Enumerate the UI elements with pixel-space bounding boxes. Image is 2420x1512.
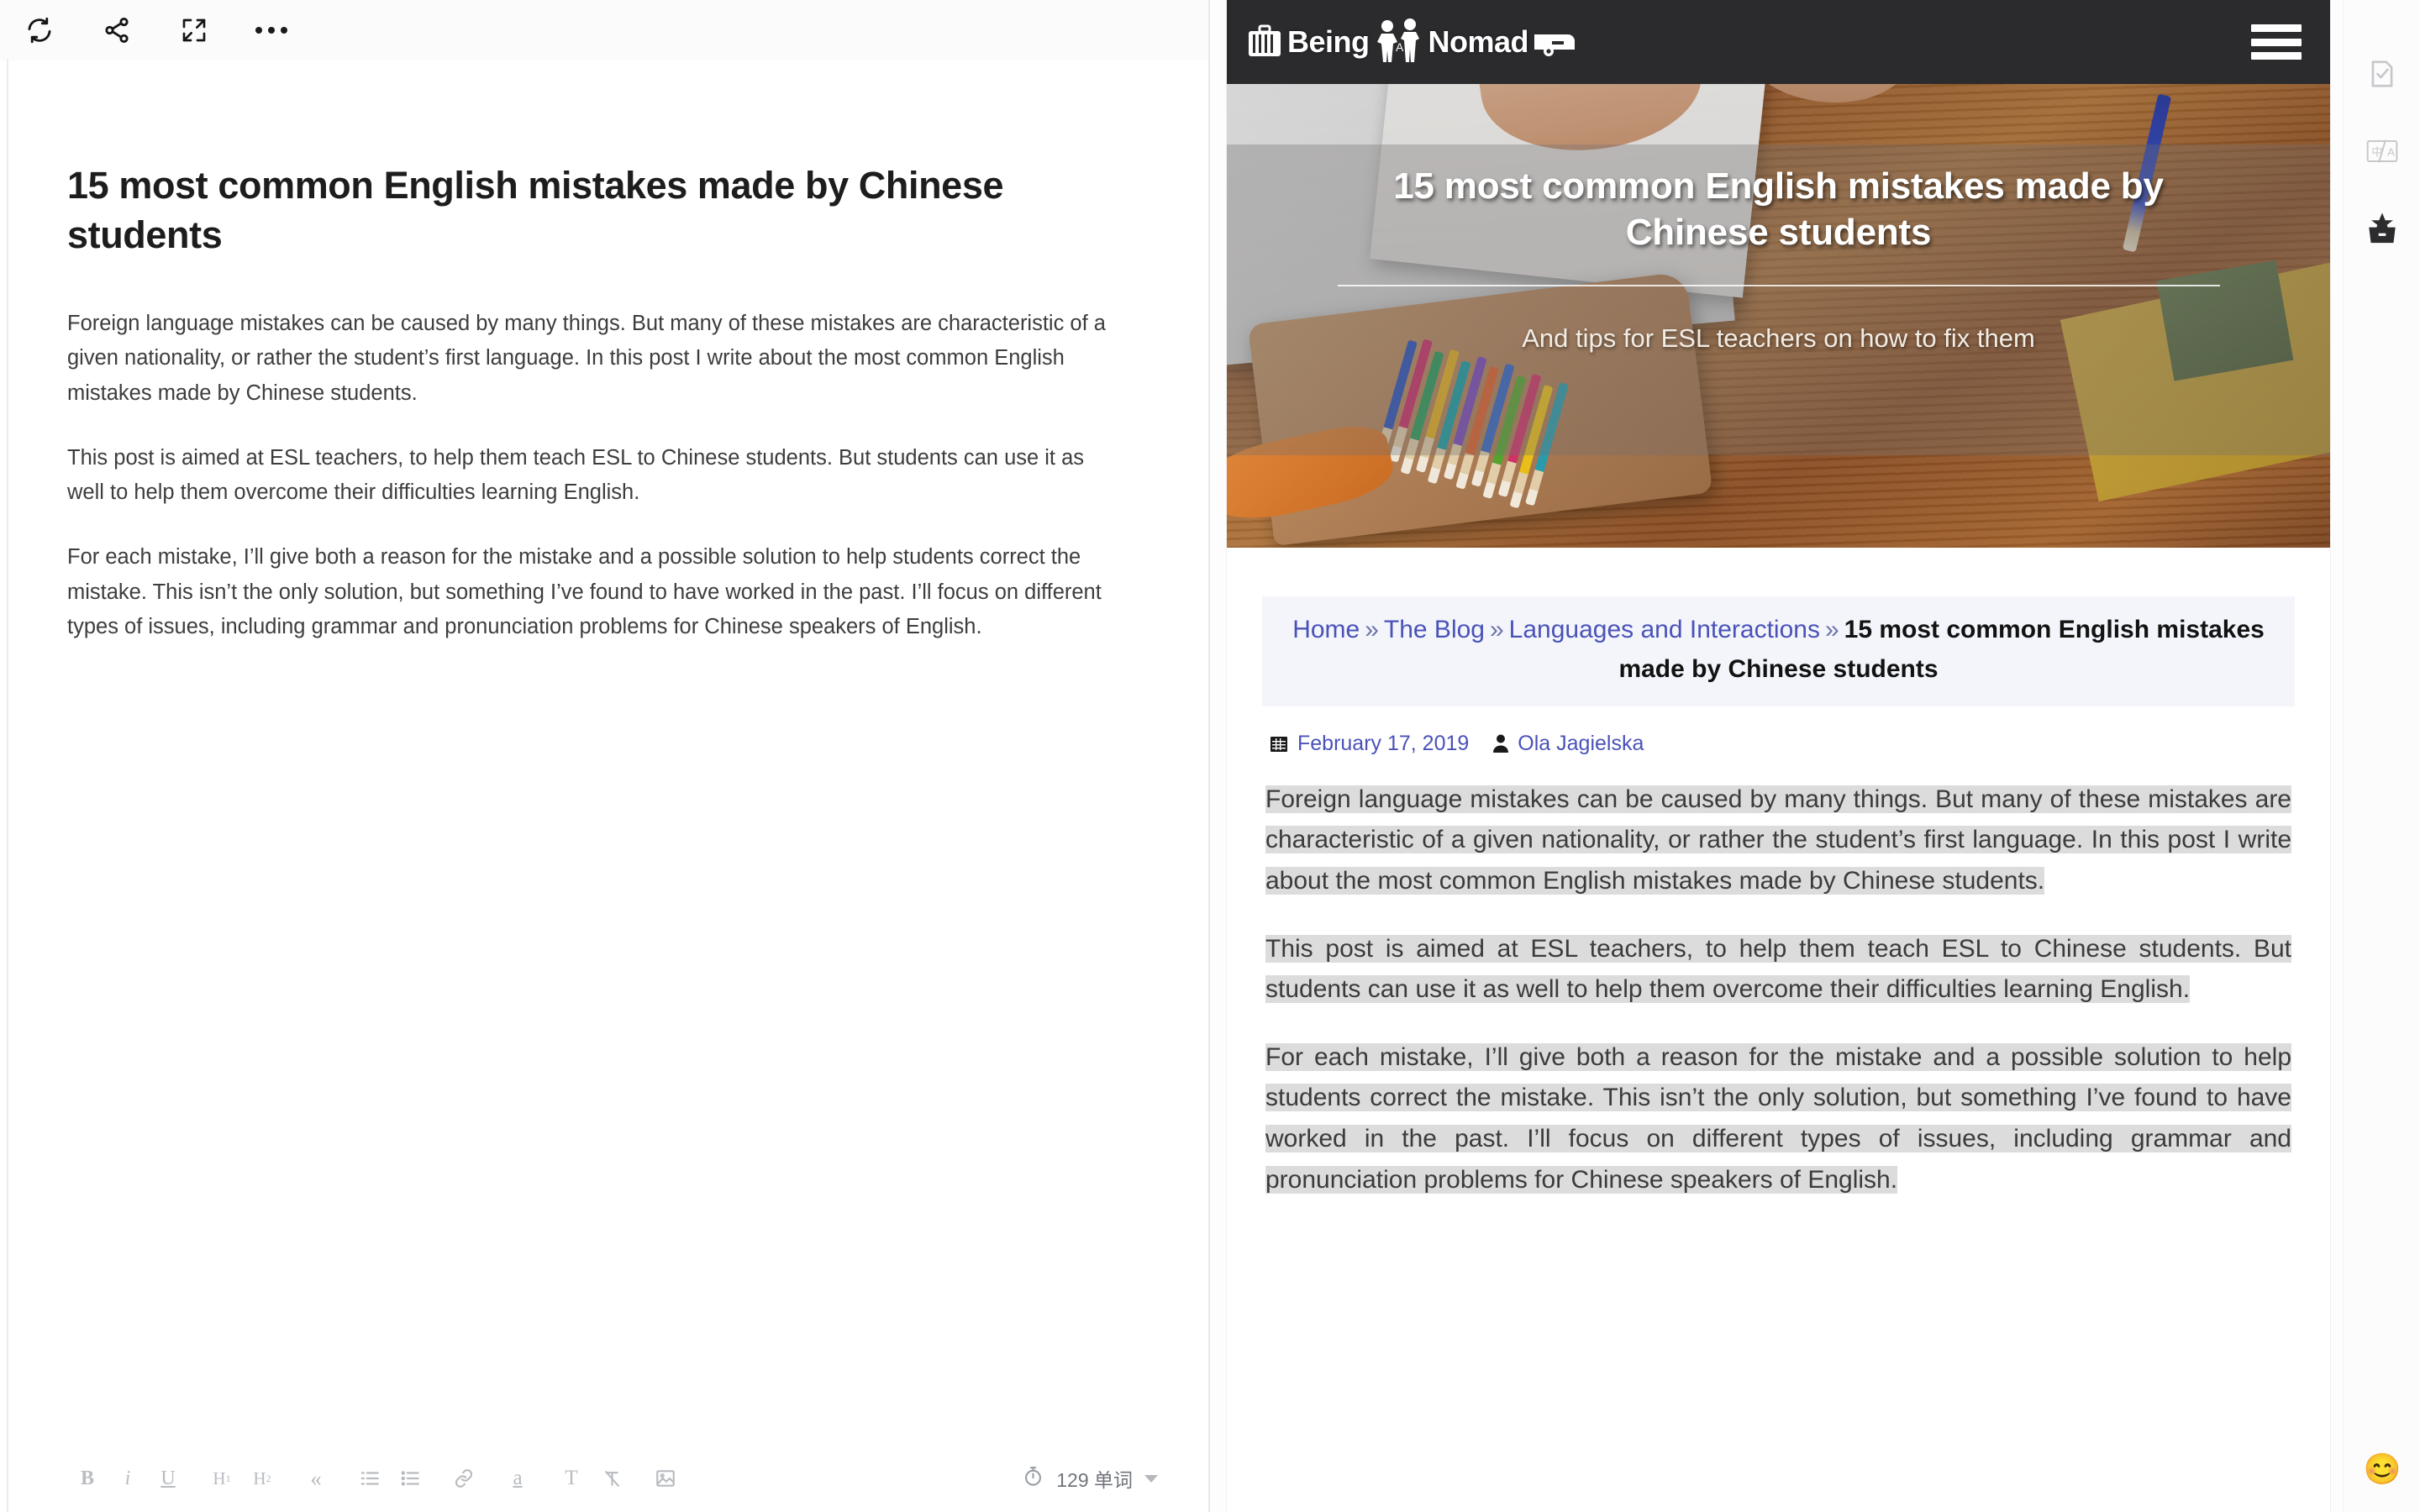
post-body: Home» The Blog» Languages and Interactions… (1227, 548, 2330, 1201)
calendar-icon (1269, 733, 1289, 753)
two-people-icon: A (1373, 18, 1425, 66)
timer-icon (1022, 1465, 1044, 1493)
post-date[interactable]: February 17, 2019 (1269, 732, 1469, 756)
clear-format-icon[interactable] (592, 1458, 632, 1499)
breadcrumb-link-languages-and-interactions[interactable]: Languages and Interactions (1509, 616, 1820, 643)
document-paragraph: For each mistake, I’ll give both a reaso… (67, 545, 1102, 639)
highlight-button[interactable]: a (497, 1458, 538, 1499)
heading2-button[interactable]: H2 (242, 1458, 282, 1499)
editor-pane: 15 most common English mistakes made by … (0, 0, 1210, 1512)
unordered-list-icon[interactable] (390, 1458, 430, 1499)
blockquote-button[interactable]: « (296, 1458, 336, 1499)
heading2-sub: 2 (266, 1472, 271, 1484)
bold-button[interactable]: B (67, 1458, 108, 1499)
site-logo[interactable]: Being A Nomad (1245, 18, 1579, 66)
right-toolbar-rail: 中 A 😊 (2343, 0, 2420, 1512)
post-paragraph: This post is aimed at ESL teachers, to h… (1262, 929, 2295, 1011)
post-author[interactable]: Ola Jagielska (1492, 732, 1644, 756)
italic-button[interactable]: i (108, 1458, 148, 1499)
toolbox-star-icon[interactable] (2344, 190, 2420, 267)
image-icon[interactable] (645, 1458, 686, 1499)
breadcrumb: Home» The Blog» Languages and Interactions… (1262, 596, 2295, 706)
post-author-label: Ola Jagielska (1518, 731, 1644, 755)
hero-banner: 15 most common English mistakes made by … (1227, 84, 2330, 548)
suitcase-icon (1245, 24, 1284, 60)
sync-icon[interactable] (18, 9, 60, 51)
selected-text: Foreign language mistakes can be caused … (1265, 785, 2291, 895)
user-icon (1492, 733, 1509, 753)
post-meta: February 17, 2019 Ola Jagielska (1269, 732, 2295, 756)
app-root: 15 most common English mistakes made by … (0, 0, 2420, 1512)
word-count-control[interactable]: 129 单词 (1022, 1464, 1158, 1493)
editor-top-toolbar (0, 0, 1208, 60)
menu-toggle-icon[interactable] (2251, 23, 2302, 61)
format-buttons: B i U H1 H2 « a T (67, 1458, 686, 1499)
share-icon[interactable] (96, 9, 138, 51)
website-frame: Being A Nomad 15 most common English mis… (1227, 0, 2330, 1512)
chevron-down-icon[interactable] (1144, 1474, 1158, 1483)
hero-text-overlay: 15 most common English mistakes made by … (1227, 144, 2330, 455)
selected-text: This post is aimed at ESL teachers, to h… (1265, 934, 2291, 1004)
breadcrumb-separator: » (1824, 616, 1839, 643)
svg-text:A: A (2387, 145, 2395, 158)
editor-format-toolbar: B i U H1 H2 « a T 129 单词 (0, 1445, 1208, 1512)
heading1-sub: 1 (225, 1472, 231, 1484)
breadcrumb-separator: » (1489, 616, 1504, 643)
post-paragraph: For each mistake, I’ll give both a reaso… (1262, 1037, 2295, 1200)
ordered-list-icon[interactable] (350, 1458, 390, 1499)
post-paragraph: Foreign language mistakes can be caused … (1262, 780, 2295, 902)
logo-text-nomad: Nomad (1428, 24, 1529, 59)
hero-subtitle: And tips for ESL teachers on how to fix … (1522, 323, 2035, 353)
site-header: Being A Nomad (1227, 0, 2330, 84)
translate-icon[interactable]: 中 A (2344, 113, 2420, 190)
post-date-label: February 17, 2019 (1297, 731, 1470, 755)
web-preview-pane: Being A Nomad 15 most common English mis… (1210, 0, 2343, 1512)
breadcrumb-link-the-blog[interactable]: The Blog (1384, 616, 1485, 643)
editor-left-divider (7, 59, 8, 1512)
document-paragraph: Foreign language mistakes can be caused … (67, 312, 1106, 405)
hero-divider (1337, 284, 2220, 286)
text-style-button[interactable]: T (551, 1458, 592, 1499)
heading1-button[interactable]: H1 (202, 1458, 242, 1499)
rail-top-group: 中 A (2344, 0, 2420, 267)
fullscreen-icon[interactable] (173, 9, 215, 51)
link-icon[interactable] (444, 1458, 484, 1499)
more-options-icon[interactable] (250, 9, 292, 51)
underline-button[interactable]: U (148, 1458, 188, 1499)
editor-content-area[interactable]: 15 most common English mistakes made by … (0, 60, 1208, 1445)
breadcrumb-link-home[interactable]: Home (1292, 616, 1360, 643)
svg-text:中: 中 (2371, 145, 2382, 158)
logo-text-being: Being (1287, 24, 1370, 59)
caravan-icon (1532, 26, 1579, 58)
document-check-icon[interactable] (2344, 35, 2420, 113)
document-paragraph: This post is aimed at ESL teachers, to h… (67, 445, 1085, 505)
heading2-label: H (253, 1467, 266, 1488)
document-title: 15 most common English mistakes made by … (67, 164, 1004, 256)
selected-text: For each mistake, I’ll give both a reaso… (1265, 1042, 2291, 1194)
svg-text:A: A (1396, 40, 1404, 54)
word-count-label: 129 单词 (1056, 1469, 1133, 1491)
breadcrumb-separator: » (1365, 616, 1379, 643)
emoji-icon[interactable]: 😊 (2344, 1452, 2420, 1487)
heading1-label: H (213, 1467, 226, 1488)
hero-title: 15 most common English mistakes made by … (1393, 165, 2164, 254)
